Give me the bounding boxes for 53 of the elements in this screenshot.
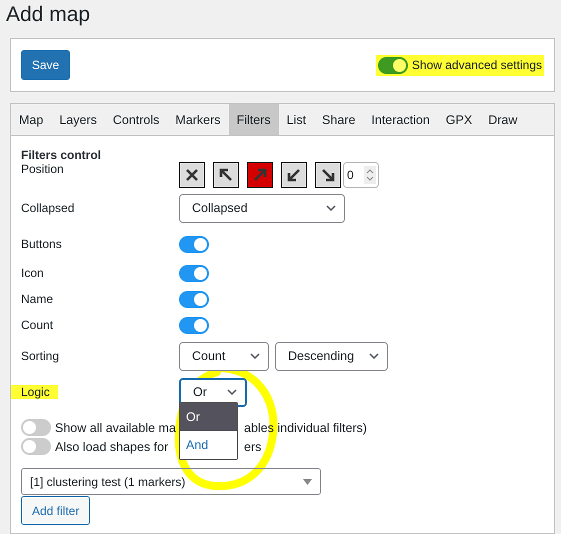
- chevron-down-icon: [369, 353, 379, 359]
- tab[interactable]: Draw: [480, 104, 526, 135]
- tab[interactable]: GPX: [438, 104, 480, 135]
- toggle-switch[interactable]: [179, 264, 209, 282]
- field-label: Name: [21, 292, 54, 306]
- toggle-switch[interactable]: [179, 236, 209, 252]
- field-label: Logic: [11, 385, 58, 399]
- sort-order-select[interactable]: Descending: [275, 342, 388, 370]
- toggle-label: Show advanced settings: [412, 58, 542, 72]
- spinner-icon: [364, 166, 376, 184]
- tab[interactable]: Layers: [51, 104, 105, 135]
- tab[interactable]: Markers: [167, 104, 229, 135]
- toggle-switch[interactable]: [179, 290, 209, 308]
- field-label: Icon: [21, 266, 44, 280]
- dropdown-option[interactable]: Or: [180, 403, 237, 431]
- page-title: Add map: [5, 2, 92, 28]
- tab[interactable]: Interaction: [363, 104, 438, 135]
- chevron-down-icon: [227, 389, 237, 395]
- tab[interactable]: Controls: [104, 104, 168, 135]
- tab[interactable]: Filters: [228, 104, 279, 135]
- sort-field-select[interactable]: Count: [179, 342, 269, 370]
- field-label: Position: [21, 162, 64, 176]
- toggle-switch[interactable]: [179, 316, 209, 334]
- toggle-switch[interactable]: [21, 419, 51, 436]
- caret-down-icon: [303, 478, 312, 484]
- position-button[interactable]: [213, 162, 239, 188]
- tab[interactable]: List: [278, 104, 314, 135]
- map-select[interactable]: [1] clustering test (1 markers): [21, 468, 321, 495]
- arrow-up-left-icon: [219, 168, 233, 182]
- toggle-switch[interactable]: [378, 56, 408, 74]
- chevron-down-icon: [250, 353, 260, 359]
- tab[interactable]: Share: [314, 104, 364, 135]
- field-label: Count: [21, 318, 54, 332]
- option-label: Also load shapes for: [55, 440, 168, 454]
- position-button[interactable]: [179, 162, 205, 188]
- number-field[interactable]: 0: [343, 162, 379, 188]
- close-icon: [185, 168, 199, 182]
- tab[interactable]: Map: [11, 104, 52, 135]
- save-button[interactable]: Save: [21, 50, 70, 80]
- add-filter-button[interactable]: Add filter: [21, 496, 90, 525]
- field-label: Collapsed: [21, 201, 74, 215]
- toggle-switch[interactable]: [21, 438, 51, 455]
- arrow-down-left-icon: [287, 168, 301, 182]
- chevron-down-icon: [326, 205, 336, 211]
- position-button[interactable]: [315, 162, 341, 188]
- option-label: ers: [244, 440, 262, 454]
- arrow-down-right-icon: [321, 168, 335, 182]
- field-label: Buttons: [21, 237, 62, 251]
- collapsed-select[interactable]: Collapsed: [179, 194, 345, 222]
- arrow-up-right-icon: [253, 168, 267, 182]
- section-title: Filters control: [21, 148, 102, 162]
- position-button[interactable]: [281, 162, 307, 188]
- field-label: Sorting: [21, 349, 60, 363]
